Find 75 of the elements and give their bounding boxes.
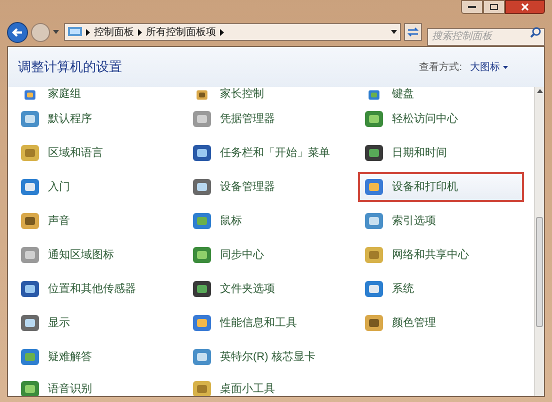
search-icon	[530, 27, 541, 38]
address-dropdown-icon[interactable]	[391, 30, 397, 34]
applet-icon	[20, 211, 40, 231]
breadcrumb-item[interactable]: 控制面板	[94, 24, 134, 40]
applet-icon	[364, 279, 384, 299]
applet-icon	[364, 245, 384, 265]
control-panel-icon	[68, 26, 82, 38]
page-title: 调整计算机的设置	[18, 58, 122, 76]
control-panel-item[interactable]: 入门	[14, 172, 180, 202]
control-panel-item[interactable]: 家长控制	[186, 87, 352, 102]
control-panel-item[interactable]: 鼠标	[186, 206, 352, 236]
applet-icon	[364, 109, 384, 129]
applet-icon	[364, 143, 384, 163]
control-panel-item[interactable]: 英特尔(R) 核芯显卡	[186, 342, 352, 372]
control-panel-item[interactable]: 颜色管理	[358, 308, 524, 338]
applet-icon	[20, 313, 40, 333]
control-panel-item[interactable]: 默认程序	[14, 104, 180, 134]
control-panel-item[interactable]: 系统	[358, 274, 524, 304]
close-button[interactable]	[505, 0, 545, 14]
control-panel-item[interactable]: 日期和时间	[358, 138, 524, 168]
control-panel-item[interactable]: 性能信息和工具	[186, 308, 352, 338]
back-button[interactable]	[7, 22, 28, 42]
applet-icon	[20, 347, 40, 367]
control-panel-item[interactable]: 凭据管理器	[186, 104, 352, 134]
applet-icon	[192, 313, 212, 333]
caret-icon	[503, 66, 508, 68]
applet-icon	[20, 279, 40, 299]
address-bar[interactable]: 控制面板 所有控制面板项	[64, 23, 401, 41]
applet-icon	[20, 245, 40, 265]
control-panel-item[interactable]: 键盘	[358, 87, 524, 102]
close-icon	[521, 3, 529, 11]
control-panel-item[interactable]: 同步中心	[186, 240, 352, 270]
control-panel-item[interactable]: 声音	[14, 206, 180, 236]
applet-icon	[192, 109, 212, 129]
control-panel-item[interactable]: 区域和语言	[14, 138, 180, 168]
control-panel-item[interactable]: 轻松访问中心	[358, 104, 524, 134]
control-panel-item[interactable]: 位置和其他传感器	[14, 274, 180, 304]
view-by-dropdown[interactable]: 大图标	[470, 60, 508, 74]
applet-icon	[192, 347, 212, 367]
control-panel-item[interactable]: 任务栏和「开始」菜单	[186, 138, 352, 168]
applet-icon	[192, 245, 212, 265]
applet-icon	[364, 177, 384, 197]
applet-icon	[20, 379, 40, 396]
maximize-button[interactable]	[483, 0, 505, 14]
refresh-button[interactable]	[404, 23, 422, 41]
breadcrumb-arrow-icon[interactable]	[220, 28, 224, 36]
view-by-label: 查看方式:	[419, 60, 462, 74]
history-dropdown-icon[interactable]	[53, 30, 59, 34]
search-field[interactable]: 搜索控制面板	[427, 28, 545, 46]
applet-icon	[192, 379, 212, 396]
control-panel-item[interactable]: 桌面小工具	[186, 374, 352, 396]
minimize-button[interactable]	[461, 0, 483, 14]
applet-icon	[364, 313, 384, 333]
control-panel-item[interactable]: 显示	[14, 308, 180, 338]
applet-icon	[364, 211, 384, 231]
control-panel-item[interactable]: 网络和共享中心	[358, 240, 524, 270]
breadcrumb-arrow-icon[interactable]	[138, 28, 142, 36]
control-panel-item[interactable]: 索引选项	[358, 206, 524, 236]
control-panel-item[interactable]: 疑难解答	[14, 342, 180, 372]
breadcrumb-arrow-icon[interactable]	[86, 28, 90, 36]
control-panel-item[interactable]: 家庭组	[14, 87, 180, 102]
applet-icon	[20, 143, 40, 163]
scrollbar[interactable]	[534, 87, 544, 396]
breadcrumb-item[interactable]: 所有控制面板项	[146, 24, 216, 40]
applet-icon	[192, 177, 212, 197]
control-panel-item[interactable]: 设备和打印机	[358, 172, 524, 202]
applet-icon	[192, 143, 212, 163]
control-panel-item[interactable]: 设备管理器	[186, 172, 352, 202]
control-panel-item[interactable]: 通知区域图标	[14, 240, 180, 270]
applet-icon	[192, 211, 212, 231]
applet-icon	[192, 279, 212, 299]
control-panel-item[interactable]: 语音识别	[14, 374, 180, 396]
control-panel-item[interactable]: 文件夹选项	[186, 274, 352, 304]
applet-icon	[20, 177, 40, 197]
applet-icon	[20, 109, 40, 129]
